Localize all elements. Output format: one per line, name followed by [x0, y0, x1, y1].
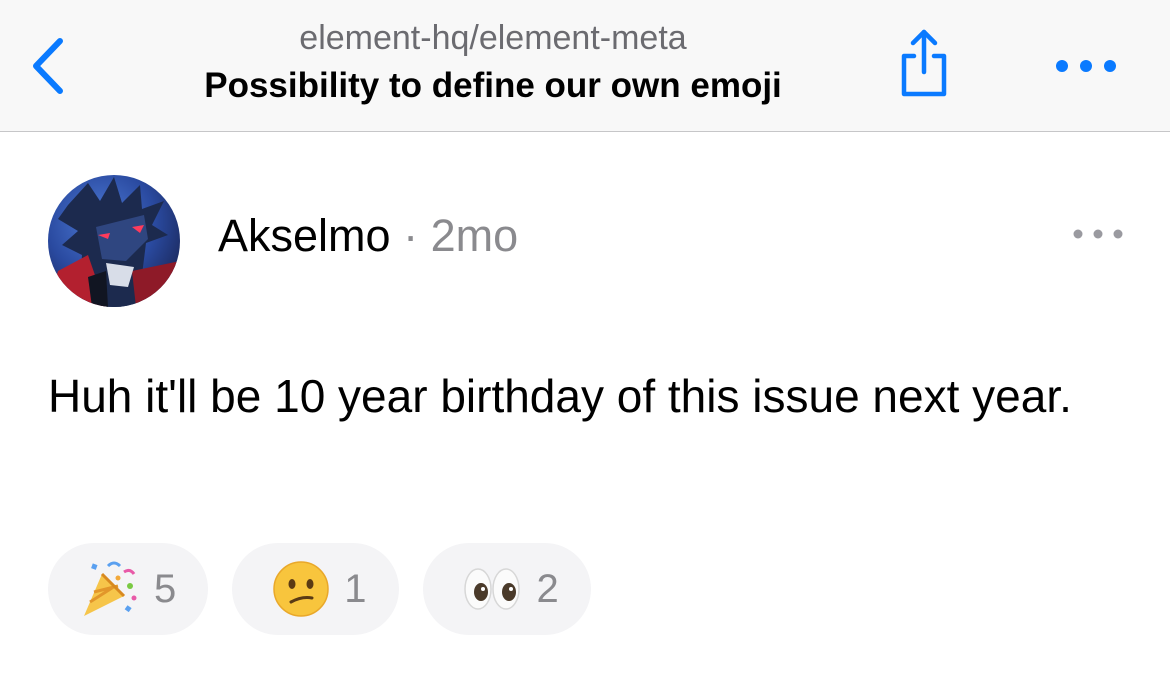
party-popper-icon [84, 561, 137, 616]
ellipsis-icon [1056, 60, 1116, 72]
repository-name[interactable]: element-hq/element-meta [140, 16, 846, 60]
avatar[interactable] [48, 175, 180, 307]
author-name[interactable]: Akselmo [218, 210, 391, 261]
navigation-bar: element-hq/element-meta Possibility to d… [0, 0, 1170, 132]
page-title: Possibility to define our own emoji [204, 66, 782, 105]
reaction-count: 5 [154, 567, 177, 611]
reaction-count: 1 [344, 567, 367, 611]
share-icon [901, 29, 947, 97]
back-button[interactable] [18, 26, 78, 106]
reaction-count: 2 [536, 567, 559, 611]
reaction-eyes[interactable]: 2 [422, 543, 591, 635]
ellipsis-icon [1073, 229, 1123, 239]
reaction-bar: 5 1 2 [48, 543, 591, 635]
share-button[interactable] [894, 28, 954, 100]
comment-author-line: Akselmo · 2mo [218, 208, 518, 264]
reaction-party-popper[interactable]: 5 [48, 543, 209, 635]
comment-more-button[interactable] [1066, 220, 1130, 248]
comment-body: Huh it'll be 10 year birthday of this is… [48, 370, 1072, 422]
more-options-button[interactable] [1048, 48, 1124, 84]
reaction-confused[interactable]: 1 [232, 543, 399, 635]
navigation-titles: element-hq/element-meta Possibility to d… [140, 16, 846, 109]
comment-age: 2mo [430, 210, 519, 261]
eyes-icon [463, 568, 520, 610]
confused-face-icon [273, 561, 329, 617]
separator-dot: · [403, 210, 419, 261]
chevron-left-icon [33, 38, 63, 94]
